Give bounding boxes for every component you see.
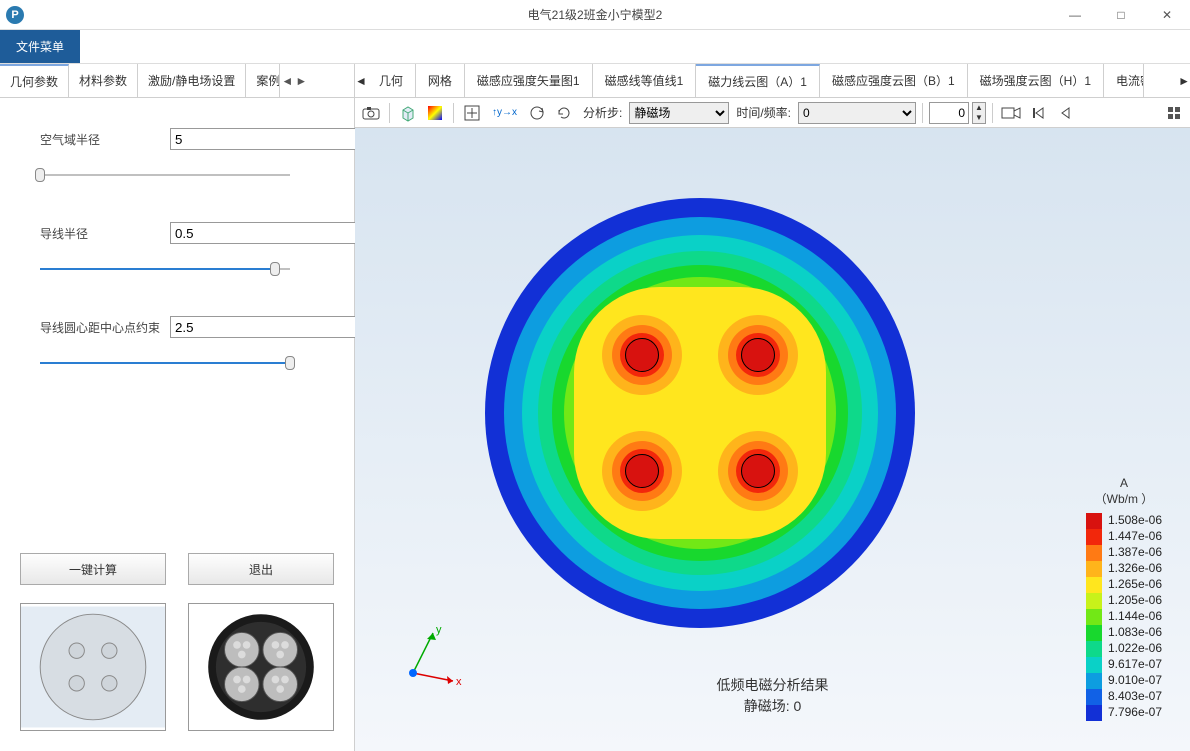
tab-current[interactable]: 电流密 <box>1104 64 1144 97</box>
tab-contour1[interactable]: 磁感线等值线1 <box>593 64 697 97</box>
tab-material-params[interactable]: 材料参数 <box>69 64 138 97</box>
param-label: 导线半径 <box>40 225 170 242</box>
tab-excitation-settings[interactable]: 激励/静电场设置 <box>138 64 246 97</box>
param-wire-radius: 导线半径 <box>40 222 324 276</box>
menu-bar: 文件菜单 <box>0 30 1190 64</box>
compute-button[interactable]: 一键计算 <box>20 553 166 585</box>
contour-ring <box>625 454 659 488</box>
rotate-icon[interactable] <box>525 101 549 125</box>
param-wire-center-distance: 导线圆心距中心点约束 <box>40 316 324 370</box>
tab-vector1[interactable]: 磁感应强度矢量图1 <box>465 64 593 97</box>
right-tabs: ◄ 几何 网格 磁感应强度矢量图1 磁感线等值线1 磁力线云图（A）1 磁感应强… <box>355 64 1190 98</box>
file-menu[interactable]: 文件菜单 <box>0 30 80 63</box>
maximize-button[interactable]: □ <box>1098 0 1144 30</box>
air-domain-radius-slider[interactable] <box>40 168 290 182</box>
cube-icon[interactable] <box>396 101 420 125</box>
fit-view-icon[interactable] <box>460 101 484 125</box>
contour-ring <box>574 287 826 539</box>
prev-icon[interactable] <box>1053 101 1077 125</box>
right-panel: ◄ 几何 网格 磁感应强度矢量图1 磁感线等值线1 磁力线云图（A）1 磁感应强… <box>355 64 1190 751</box>
rainbow-cube-icon[interactable] <box>423 101 447 125</box>
analysis-step-label: 分析步: <box>579 104 626 121</box>
result-caption: 低频电磁分析结果 静磁场: 0 <box>717 675 829 717</box>
contour-ring <box>625 338 659 372</box>
contour-ring <box>741 338 775 372</box>
rtab-nav-left-icon[interactable]: ◄ <box>355 74 367 88</box>
param-air-domain-radius: 空气域半径 <box>40 128 324 182</box>
wire-center-distance-input[interactable] <box>170 316 357 338</box>
wire-radius-slider[interactable] <box>40 262 290 276</box>
time-freq-label: 时间/频率: <box>732 104 795 121</box>
wire-radius-input[interactable] <box>170 222 357 244</box>
param-label: 导线圆心距中心点约束 <box>40 319 170 336</box>
left-panel: 几何参数 材料参数 激励/静电场设置 案例 ◄ ► 空气域半径 导线半径 <box>0 64 355 751</box>
camera-icon[interactable] <box>359 101 383 125</box>
viewport[interactable]: x y 低频电磁分析结果 静磁场: 0 A （Wb/m ） 1.508e-061… <box>355 128 1190 751</box>
refresh-icon[interactable] <box>552 101 576 125</box>
svg-text:y: y <box>436 624 442 636</box>
title-bar: P 电气21级2班金小宁模型2 — □ ✕ <box>0 0 1190 30</box>
time-freq-select[interactable]: 0 <box>798 102 916 124</box>
air-domain-radius-input[interactable] <box>170 128 357 150</box>
app-icon: P <box>6 6 24 24</box>
close-button[interactable]: ✕ <box>1144 0 1190 30</box>
analysis-step-select[interactable]: 静磁场 <box>629 102 729 124</box>
geometry-thumbnail <box>20 603 166 731</box>
axis-gizmo: x y <box>395 621 465 691</box>
toolbar-expand-icon[interactable] <box>1162 101 1186 125</box>
skip-back-icon[interactable] <box>1026 101 1050 125</box>
tab-geometry-params[interactable]: 几何参数 <box>0 64 69 97</box>
tab-cases[interactable]: 案例 <box>246 64 280 97</box>
tab-mesh[interactable]: 网格 <box>416 64 465 97</box>
minimize-button[interactable]: — <box>1052 0 1098 30</box>
param-label: 空气域半径 <box>40 131 170 148</box>
frame-spinner[interactable]: ▲▼ <box>972 102 986 124</box>
tab-cloud-b[interactable]: 磁感应强度云图（B）1 <box>820 64 968 97</box>
tab-cloud-a[interactable]: 磁力线云图（A）1 <box>696 64 820 97</box>
svg-text:x: x <box>456 676 462 688</box>
tab-geometry[interactable]: 几何 <box>367 64 416 97</box>
tab-nav-left-icon[interactable]: ◄ <box>280 74 294 88</box>
result-toolbar: ↑y→x 分析步: 静磁场 时间/频率: 0 ▲▼ <box>355 98 1190 128</box>
wire-center-distance-slider[interactable] <box>40 356 290 370</box>
window-title: 电气21级2班金小宁模型2 <box>528 6 663 23</box>
frame-input[interactable] <box>929 102 969 124</box>
exit-button[interactable]: 退出 <box>188 553 334 585</box>
rtab-nav-right-icon[interactable]: ► <box>1178 74 1190 88</box>
color-legend: A （Wb/m ） 1.508e-061.447e-061.387e-061.3… <box>1086 476 1162 721</box>
axis-xy-icon[interactable]: ↑y→x <box>487 101 522 125</box>
tab-cloud-h[interactable]: 磁场强度云图（H）1 <box>968 64 1104 97</box>
record-icon[interactable] <box>999 101 1023 125</box>
cable-photo-thumbnail <box>188 603 334 731</box>
tab-nav-right-icon[interactable]: ► <box>294 74 308 88</box>
left-tabs: 几何参数 材料参数 激励/静电场设置 案例 ◄ ► <box>0 64 354 98</box>
contour-ring <box>741 454 775 488</box>
